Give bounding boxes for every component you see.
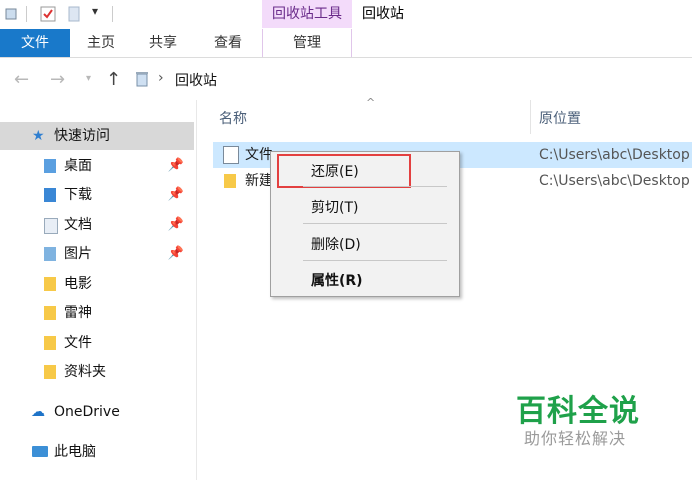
sidebar-item-label: 文件 bbox=[64, 335, 92, 351]
title-bar: ▾ 回收站工具 回收站 bbox=[0, 0, 692, 29]
file-name: 新建 bbox=[245, 173, 273, 189]
sidebar-item-label: 文档 bbox=[64, 217, 92, 233]
pin-icon[interactable]: 📌 bbox=[168, 181, 184, 209]
forward-arrow-icon[interactable]: → bbox=[50, 69, 65, 90]
sidebar-item-files[interactable]: 文件 bbox=[0, 329, 194, 357]
tab-manage[interactable]: 管理 bbox=[262, 29, 352, 57]
sidebar-item-movies[interactable]: 电影 bbox=[0, 270, 194, 298]
folder-icon bbox=[44, 277, 56, 291]
sidebar-item-label: 下载 bbox=[64, 187, 92, 203]
window-title: 回收站 bbox=[362, 6, 404, 22]
sidebar-item-label: 桌面 bbox=[64, 158, 92, 174]
menu-item-delete[interactable]: 删除(D) bbox=[311, 234, 361, 254]
recycle-bin-small-icon bbox=[4, 6, 18, 20]
sidebar-item-thunder[interactable]: 雷神 bbox=[0, 299, 194, 327]
divider bbox=[112, 6, 113, 22]
folder-icon bbox=[44, 336, 56, 350]
desktop-folder-icon bbox=[44, 159, 56, 173]
documents-folder-icon bbox=[44, 218, 58, 234]
sidebar-item-this-pc[interactable]: 此电脑 bbox=[0, 438, 194, 466]
sidebar-item-pictures[interactable]: 图片 📌 bbox=[0, 240, 194, 268]
folder-icon bbox=[44, 365, 56, 379]
column-divider[interactable] bbox=[530, 100, 531, 134]
sidebar-item-label: 雷神 bbox=[64, 305, 92, 321]
sidebar-item-label: OneDrive bbox=[54, 404, 120, 420]
breadcrumb-recycle-bin[interactable]: 回收站 bbox=[175, 70, 217, 90]
sidebar-item-label: 图片 bbox=[64, 246, 92, 262]
context-menu: 还原(E) 剪切(T) 删除(D) 属性(R) bbox=[270, 151, 460, 297]
ribbon-tabs: 文件 主页 共享 查看 管理 bbox=[0, 29, 692, 58]
pin-icon[interactable]: 📌 bbox=[168, 240, 184, 268]
up-arrow-icon[interactable]: ↑ bbox=[106, 69, 121, 90]
properties-icon[interactable] bbox=[40, 6, 56, 22]
menu-separator bbox=[303, 223, 447, 224]
folder-icon bbox=[224, 174, 236, 188]
tab-home[interactable]: 主页 bbox=[76, 29, 126, 57]
download-folder-icon bbox=[44, 188, 56, 202]
new-folder-icon[interactable] bbox=[68, 6, 82, 22]
divider bbox=[26, 6, 27, 22]
sidebar-item-desktop[interactable]: 桌面 📌 bbox=[0, 152, 194, 180]
computer-icon bbox=[32, 446, 48, 457]
sidebar-item-label: 资料夹 bbox=[64, 364, 106, 380]
sidebar-item-label: 电影 bbox=[64, 276, 92, 292]
sidebar-item-onedrive[interactable]: ☁ OneDrive bbox=[0, 398, 194, 426]
recent-locations-chevron-icon[interactable]: ▾ bbox=[86, 73, 91, 84]
menu-item-restore[interactable]: 还原(E) bbox=[311, 161, 359, 181]
sidebar-item-downloads[interactable]: 下载 📌 bbox=[0, 181, 194, 209]
cloud-icon: ☁ bbox=[31, 404, 45, 420]
tab-share[interactable]: 共享 bbox=[138, 29, 188, 57]
recycle-bin-tools-label: 回收站工具 bbox=[272, 6, 342, 22]
original-location: C:\Users\abc\Desktop bbox=[539, 147, 690, 163]
column-header-name[interactable]: 名称 bbox=[219, 108, 247, 128]
customize-toolbar-chevron-icon[interactable]: ▾ bbox=[92, 4, 98, 18]
back-arrow-icon[interactable]: ← bbox=[14, 69, 29, 90]
pin-icon[interactable]: 📌 bbox=[168, 152, 184, 180]
sidebar-item-materials[interactable]: 资料夹 bbox=[0, 358, 194, 386]
pictures-folder-icon bbox=[44, 247, 56, 261]
document-icon bbox=[223, 146, 239, 164]
navigation-pane: ★ 快速访问 桌面 📌 下载 📌 文档 📌 图片 📌 电影 雷神 文件 资料夹 … bbox=[0, 100, 197, 480]
recycle-bin-location-icon bbox=[134, 70, 150, 92]
column-header-original-location[interactable]: 原位置 bbox=[539, 108, 581, 128]
sidebar-item-quick-access[interactable]: ★ 快速访问 bbox=[0, 122, 194, 150]
breadcrumb-chevron-icon: › bbox=[158, 70, 164, 86]
file-name: 文件 bbox=[245, 147, 273, 163]
sidebar-item-documents[interactable]: 文档 📌 bbox=[0, 211, 194, 239]
menu-separator bbox=[303, 260, 447, 261]
star-icon: ★ bbox=[32, 128, 45, 144]
tab-view[interactable]: 查看 bbox=[202, 29, 254, 57]
sidebar-item-label: 此电脑 bbox=[54, 444, 96, 460]
original-location: C:\Users\abc\Desktop bbox=[539, 173, 690, 189]
watermark-title: 百科全说 bbox=[516, 394, 640, 429]
sort-ascending-icon: ^ bbox=[366, 96, 376, 109]
menu-item-cut[interactable]: 剪切(T) bbox=[311, 197, 358, 217]
menu-item-properties[interactable]: 属性(R) bbox=[311, 270, 363, 290]
menu-separator bbox=[303, 186, 447, 187]
sidebar-item-label: 快速访问 bbox=[54, 128, 110, 144]
watermark-subtitle: 助你轻松解决 bbox=[524, 429, 627, 448]
folder-icon bbox=[44, 306, 56, 320]
pin-icon[interactable]: 📌 bbox=[168, 211, 184, 239]
recycle-bin-tools-group: 回收站工具 bbox=[262, 0, 352, 28]
tab-file[interactable]: 文件 bbox=[0, 29, 70, 57]
address-bar: ← → ▾ ↑ › 回收站 bbox=[0, 61, 692, 97]
